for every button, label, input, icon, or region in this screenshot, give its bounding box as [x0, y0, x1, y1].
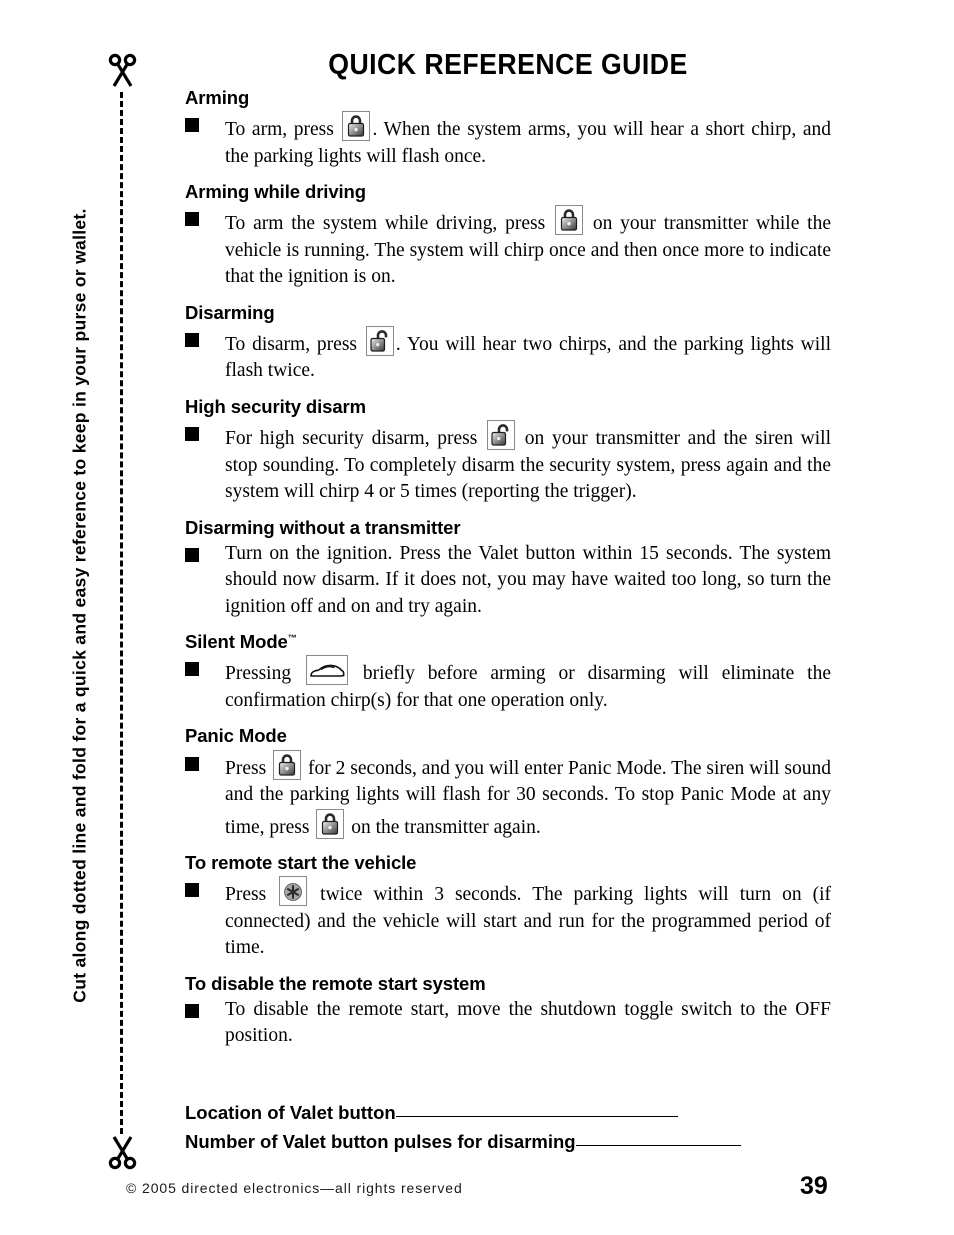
text-run: To disable the remote start, move the sh… — [225, 998, 831, 1047]
bullet-item: For high security disarm, press on your … — [185, 420, 831, 506]
lock-closed-icon — [555, 205, 583, 236]
lock-open-icon — [365, 325, 394, 356]
text-run: Turn on the ignition. Press the Valet bu… — [225, 542, 831, 617]
section-heading: Disarming — [185, 301, 831, 324]
square-bullet-icon — [185, 541, 225, 562]
square-bullet-icon — [185, 326, 225, 347]
bullet-text: For high security disarm, press on your … — [225, 420, 831, 506]
page-title: QUICK REFERENCE GUIDE — [328, 49, 688, 81]
text-run: Press — [225, 757, 272, 779]
section-heading: Arming while driving — [185, 180, 831, 203]
bullet-text: Pressing briefly before arming or disarm… — [225, 655, 831, 714]
bullet-text: Press twice within 3 seconds. The parkin… — [225, 876, 831, 962]
bullet-text: Turn on the ignition. Press the Valet bu… — [225, 541, 831, 621]
section-heading: Silent Mode™ — [185, 630, 831, 653]
section: Disarming To disarm, press . You will hea… — [185, 301, 831, 385]
section: Disarming without a transmitter Turn on t… — [185, 516, 831, 621]
square-bullet-icon — [185, 420, 225, 441]
section-heading-label: Disarming without a transmitter — [185, 516, 461, 538]
cut-margin: Cut along dotted line and fold for a qui… — [0, 0, 170, 1235]
lock-closed-icon — [273, 749, 302, 780]
sections-list: Arming To arm, press . When the system ar… — [185, 86, 831, 1050]
lock-closed-icon — [342, 111, 371, 142]
section-heading: High security disarm — [185, 395, 831, 418]
copyright-notice: © 2005 directed electronics—all rights r… — [126, 1180, 463, 1196]
page-footer: © 2005 directed electronics—all rights r… — [0, 1172, 954, 1212]
lock-closed-icon — [316, 808, 345, 839]
text-run: twice within 3 seconds. The parking ligh… — [225, 884, 832, 959]
section: Arming To arm, press . When the system ar… — [185, 86, 831, 170]
section-heading-label: Arming — [185, 86, 250, 108]
section-heading: To disable the remote start system — [185, 972, 831, 995]
bullet-text: To disable the remote start, move the sh… — [225, 997, 831, 1050]
section: To disable the remote start system To dis… — [185, 972, 831, 1050]
section: To remote start the vehicle Press twice w… — [185, 851, 831, 962]
square-bullet-icon — [185, 750, 225, 771]
trademark-mark: ™ — [287, 633, 297, 644]
bullet-text: To disarm, press . You will hear two chi… — [225, 325, 831, 385]
scissors-icon — [100, 48, 144, 92]
section-heading: To remote start the vehicle — [185, 851, 831, 874]
section: High security disarm For high security di… — [185, 395, 831, 506]
text-run: on the transmitter again. — [346, 816, 541, 838]
square-bullet-icon — [185, 205, 225, 227]
bullet-item: To arm the system while driving, press o… — [185, 205, 831, 291]
section-heading: Panic Mode — [185, 724, 831, 747]
text-run: For high security disarm, press — [225, 428, 486, 449]
scissors-icon — [100, 1130, 144, 1174]
square-bullet-icon — [185, 997, 225, 1018]
page-number: 39 — [800, 1172, 828, 1200]
section-heading: Arming — [185, 86, 831, 109]
car-icon — [305, 655, 348, 686]
section-heading-label: To remote start the vehicle — [185, 852, 417, 874]
square-bullet-icon — [185, 111, 225, 133]
asterisk-star-icon — [279, 876, 308, 907]
document-body: QUICK REFERENCE GUIDE Arming To arm, pres… — [185, 49, 831, 1060]
bullet-item: To disarm, press . You will hear two chi… — [185, 325, 831, 385]
valet-field-label: Location of Valet button — [185, 1102, 396, 1123]
text-run: Press — [225, 884, 278, 906]
cut-dotted-line — [120, 92, 123, 1134]
valet-field-row: Location of Valet button — [185, 1102, 835, 1124]
bullet-text: To arm the system while driving, press o… — [225, 205, 831, 291]
bullet-text: Press for 2 seconds, and you will enter … — [225, 749, 831, 842]
bullet-item: To arm, press . When the system arms, yo… — [185, 111, 831, 170]
section: Silent Mode™ Pressing briefly before armi… — [185, 630, 831, 714]
text-run: Pressing — [225, 663, 304, 685]
valet-field-row: Number of Valet button pulses for disarm… — [185, 1131, 835, 1153]
section: Arming while driving To arm the system wh… — [185, 180, 831, 291]
text-run: To arm, press — [225, 119, 341, 141]
valet-location-write-in-line[interactable] — [395, 1116, 678, 1117]
bullet-text: To arm, press . When the system arms, yo… — [225, 111, 831, 170]
square-bullet-icon — [185, 876, 225, 898]
section-heading: Disarming without a transmitter — [185, 516, 831, 539]
bullet-item: Pressing briefly before arming or disarm… — [185, 655, 831, 714]
bullet-item: Press twice within 3 seconds. The parkin… — [185, 876, 831, 962]
section-heading-label: Silent Mode — [185, 631, 288, 653]
section-heading-label: Panic Mode — [185, 725, 287, 747]
valet-pulses-write-in-line[interactable] — [575, 1145, 741, 1146]
bullet-item: Press for 2 seconds, and you will enter … — [185, 749, 831, 842]
bullet-item: To disable the remote start, move the sh… — [185, 997, 831, 1050]
section-heading-label: To disable the remote start system — [185, 972, 486, 994]
valet-field-label: Number of Valet button pulses for disarm… — [185, 1131, 576, 1152]
bullet-item: Turn on the ignition. Press the Valet bu… — [185, 541, 831, 621]
section-heading-label: High security disarm — [185, 395, 367, 417]
cut-instruction-text: Cut along dotted line and fold for a qui… — [69, 208, 90, 1003]
section: Panic Mode Press for 2 seconds, and you w… — [185, 724, 831, 841]
text-run: To arm the system while driving, press — [225, 213, 553, 235]
section-heading-label: Arming while driving — [185, 181, 366, 203]
lock-open-icon — [487, 420, 516, 450]
text-run: To disarm, press — [225, 333, 364, 355]
valet-fill-in-block: Location of Valet button Number of Valet… — [185, 1102, 835, 1160]
square-bullet-icon — [185, 655, 225, 677]
section-heading-label: Disarming — [185, 301, 275, 323]
